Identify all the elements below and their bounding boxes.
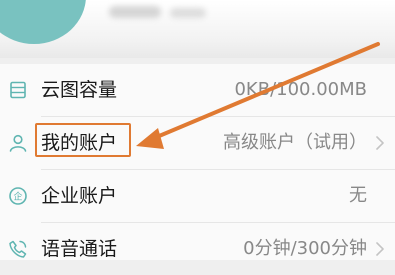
enterprise-icon: 企 bbox=[8, 186, 28, 206]
svg-text:企: 企 bbox=[13, 191, 22, 203]
voice-minutes-value: 0分钟/300分钟 bbox=[243, 238, 367, 259]
menu-item-label: 企业账户 bbox=[41, 185, 118, 207]
phone-icon bbox=[8, 239, 28, 259]
menu-item-voice-call[interactable]: 语音通话 0分钟/300分钟 bbox=[0, 223, 395, 275]
storage-icon bbox=[8, 80, 28, 100]
menu-item-cloud-storage[interactable]: 云图容量 0KB/100.00MB bbox=[0, 64, 395, 116]
menu-item-label: 云图容量 bbox=[41, 79, 118, 101]
avatar[interactable] bbox=[0, 0, 86, 44]
profile-header bbox=[0, 0, 395, 58]
account-type-value: 高级账户（试用） bbox=[223, 132, 367, 153]
account-menu: 云图容量 0KB/100.00MB 我的账户 高级账户（试用） 企 企业账户 无 bbox=[0, 64, 395, 260]
menu-item-enterprise-account[interactable]: 企 企业账户 无 bbox=[0, 170, 395, 222]
storage-usage-value: 0KB/100.00MB bbox=[234, 79, 367, 100]
user-icon bbox=[8, 133, 28, 153]
menu-item-label: 语音通话 bbox=[41, 238, 118, 260]
chevron-right-icon bbox=[373, 240, 387, 258]
blurred-user-info bbox=[170, 8, 206, 18]
chevron-right-icon bbox=[373, 134, 387, 152]
blurred-username bbox=[109, 6, 161, 18]
annotation-highlight-box bbox=[35, 123, 131, 157]
enterprise-account-value: 无 bbox=[349, 185, 367, 206]
